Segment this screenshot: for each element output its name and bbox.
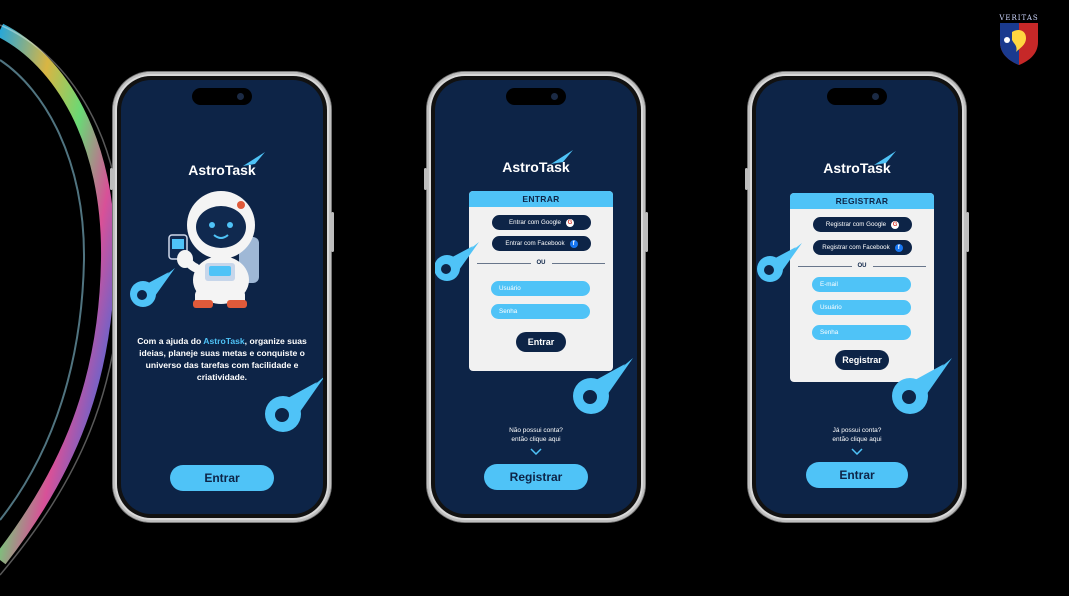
password-input[interactable]: Senha (812, 325, 911, 340)
signup-hint[interactable]: Não possui conta? então clique aqui (435, 426, 637, 444)
login-card: ENTRAR Entrar com Google G Entrar com Fa… (469, 191, 613, 371)
register-enter-button[interactable]: Entrar (806, 462, 908, 488)
register-screen: AstroTask REGISTRAR Registrar com Google… (756, 80, 958, 514)
comet-icon (435, 242, 479, 281)
login-facebook-button[interactable]: Entrar com Facebook f (492, 236, 591, 251)
login-screen: AstroTask ENTRAR Entrar com Google G Ent… (435, 80, 637, 514)
phone-welcome: AstroTask Com a ajuda do AstroTask, orga… (110, 72, 334, 522)
password-input[interactable]: Senha (491, 304, 590, 319)
facebook-icon: f (894, 243, 903, 252)
login-submit-button[interactable]: Entrar (516, 332, 566, 352)
register-facebook-button[interactable]: Registrar com Facebook f (813, 240, 912, 255)
chevron-down-icon (530, 448, 542, 455)
dynamic-island (827, 88, 887, 105)
app-logo: AstroTask (823, 160, 891, 176)
dynamic-island (506, 88, 566, 105)
login-google-button[interactable]: Entrar com Google G (492, 215, 591, 230)
logo-comet-icon (243, 152, 265, 166)
register-title: REGISTRAR (790, 193, 934, 209)
logo-comet-icon (874, 151, 896, 165)
phone-login: AstroTask ENTRAR Entrar com Google G Ent… (424, 72, 648, 522)
welcome-enter-button[interactable]: Entrar (170, 465, 274, 491)
google-icon: G (891, 220, 900, 229)
or-divider: OU (798, 262, 926, 270)
veritas-crest: VERITAS (996, 14, 1042, 66)
username-input[interactable]: Usuário (491, 281, 590, 296)
username-input[interactable]: Usuário (812, 300, 911, 315)
comet-icon (757, 243, 802, 282)
register-google-button[interactable]: Registrar com Google G (813, 217, 912, 232)
comet-icon (130, 268, 175, 307)
phone-register: AstroTask REGISTRAR Registrar com Google… (745, 72, 969, 522)
phone-side-button (745, 168, 748, 190)
comet-icon (892, 358, 952, 414)
app-logo: AstroTask (188, 162, 256, 178)
signin-hint[interactable]: Já possui conta? então clique aqui (756, 426, 958, 444)
app-logo: AstroTask (502, 159, 570, 175)
chevron-down-icon (851, 448, 863, 455)
astronaut-illustration (168, 191, 259, 308)
login-title: ENTRAR (469, 191, 613, 207)
or-divider: OU (477, 259, 605, 267)
phone-side-button (966, 212, 969, 252)
email-input[interactable]: E-mail (812, 277, 911, 292)
crest-label: VERITAS (999, 14, 1039, 22)
dynamic-island (192, 88, 252, 105)
welcome-screen: AstroTask Com a ajuda do AstroTask, orga… (121, 80, 323, 514)
logo-comet-icon (551, 150, 573, 164)
comet-icon (573, 358, 633, 414)
intro-brand-highlight: AstroTask (203, 336, 245, 346)
facebook-icon: f (569, 239, 578, 248)
register-card: REGISTRAR Registrar com Google G Registr… (790, 193, 934, 382)
login-register-button[interactable]: Registrar (484, 464, 588, 490)
google-icon: G (565, 218, 574, 227)
phone-side-button (645, 212, 648, 252)
register-submit-button[interactable]: Registrar (835, 350, 889, 370)
phone-side-button (424, 168, 427, 190)
phone-side-button (110, 168, 113, 190)
comet-icon (265, 377, 323, 432)
phone-side-button (331, 212, 334, 252)
